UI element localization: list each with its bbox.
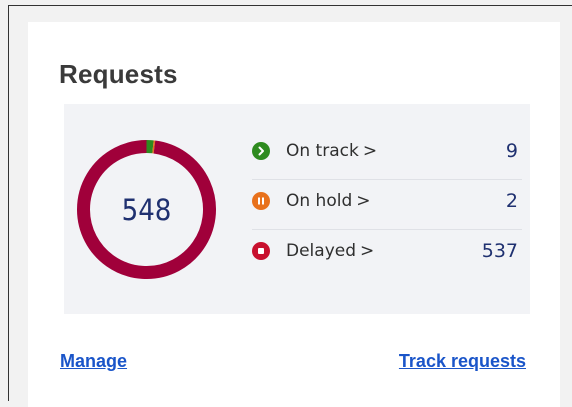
window-frame: Requests 548 On track> 9 — [8, 5, 572, 401]
card-title: Requests — [59, 59, 178, 90]
status-link-on-hold[interactable]: On hold> — [286, 191, 371, 211]
manage-link[interactable]: Manage — [60, 351, 127, 372]
summary-panel: 548 On track> 9 — [64, 104, 530, 314]
track-requests-link[interactable]: Track requests — [399, 351, 526, 372]
status-count-on-track: 9 — [506, 140, 518, 162]
chevron-right-icon: > — [363, 141, 377, 161]
status-count-on-hold: 2 — [506, 190, 518, 212]
status-row-delayed[interactable]: Delayed> 537 — [252, 230, 522, 280]
chevron-right-icon: > — [356, 191, 370, 211]
status-count-delayed: 537 — [482, 240, 518, 262]
status-row-on-hold[interactable]: On hold> 2 — [252, 180, 522, 230]
chevron-right-icon: > — [360, 241, 374, 261]
stop-icon — [252, 242, 270, 260]
status-link-delayed[interactable]: Delayed> — [286, 241, 374, 261]
status-row-on-track[interactable]: On track> 9 — [252, 130, 522, 180]
status-label-text: Delayed — [286, 241, 356, 261]
pause-icon — [252, 192, 270, 210]
status-label-text: On track — [286, 141, 359, 161]
status-list: On track> 9 On hold> 2 — [252, 130, 522, 280]
total-count: 548 — [74, 137, 219, 282]
status-link-on-track[interactable]: On track> — [286, 141, 377, 161]
play-icon — [252, 142, 270, 160]
status-label-text: On hold — [286, 191, 352, 211]
requests-card: Requests 548 On track> 9 — [28, 22, 560, 407]
requests-donut-chart: 548 — [74, 137, 219, 282]
